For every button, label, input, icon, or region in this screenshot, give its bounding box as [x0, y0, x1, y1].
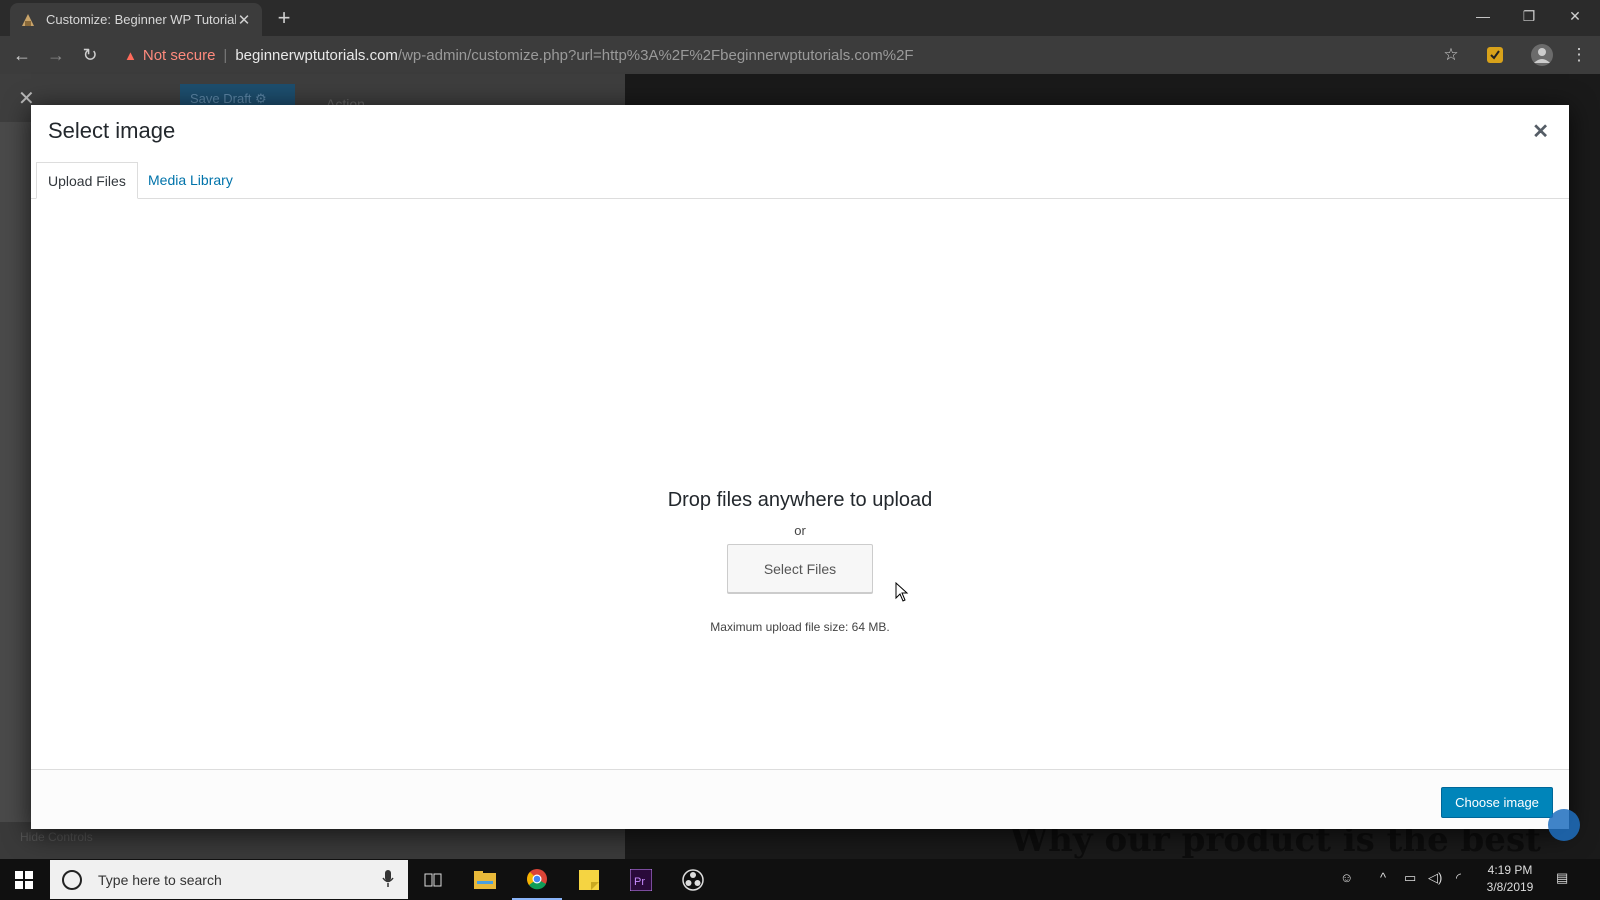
tray-expand-icon[interactable]: ^: [1380, 870, 1386, 885]
window-close-icon[interactable]: ✕: [1552, 0, 1598, 32]
hide-controls-label[interactable]: Hide Controls: [20, 830, 93, 844]
warning-icon: ▲: [124, 47, 137, 63]
tab-close-icon[interactable]: ✕: [236, 11, 252, 29]
task-view-icon[interactable]: [408, 859, 458, 900]
volume-icon[interactable]: ◁): [1428, 870, 1442, 886]
bookmark-star-icon[interactable]: ☆: [1440, 44, 1462, 66]
url-path: /wp-admin/customize.php?url=http%3A%2F%2…: [397, 46, 914, 64]
browser-tab[interactable]: Customize: Beginner WP Tutorial ✕: [10, 3, 262, 36]
browser-menu-icon[interactable]: ⋮: [1568, 44, 1590, 66]
sticky-notes-icon[interactable]: [564, 859, 614, 900]
modal-tabs: Upload Files Media Library: [31, 157, 1569, 199]
search-placeholder: Type here to search: [98, 871, 222, 888]
restore-icon[interactable]: ❐: [1506, 0, 1552, 32]
modal-close-icon[interactable]: ✕: [1532, 119, 1549, 144]
windows-start-icon[interactable]: [0, 859, 48, 900]
forward-icon[interactable]: →: [44, 43, 68, 67]
taskbar: Type here to search Pr ☺ ^ ▭ ◁) ◜ 4:19 P…: [0, 859, 1600, 900]
premiere-pro-icon[interactable]: Pr: [616, 859, 666, 900]
address-separator: |: [223, 46, 228, 64]
wordpress-favicon-icon: [20, 12, 36, 28]
clock-date: 3/8/2019: [1486, 880, 1534, 894]
mouse-cursor-icon: [895, 581, 909, 607]
modal-title: Select image: [48, 118, 176, 143]
new-tab-icon[interactable]: +: [272, 6, 296, 30]
obs-icon[interactable]: [668, 859, 718, 900]
taskbar-search[interactable]: Type here to search: [50, 860, 408, 899]
extension-icon[interactable]: [1484, 44, 1506, 66]
security-label: Not secure: [142, 46, 216, 64]
taskbar-clock[interactable]: 4:19 PM 3/8/2019: [1480, 862, 1540, 896]
people-icon[interactable]: ☺: [1340, 870, 1353, 885]
tab-media-library[interactable]: Media Library: [137, 162, 244, 199]
minimize-icon[interactable]: —: [1460, 0, 1506, 32]
browser-tabstrip: Customize: Beginner WP Tutorial ✕ + — ❐ …: [0, 0, 1600, 36]
upload-drop-area[interactable]: Drop files anywhere to upload or Select …: [31, 199, 1569, 769]
tab-title: Customize: Beginner WP Tutorial: [46, 12, 236, 27]
max-upload-size: Maximum upload file size: 64 MB.: [710, 620, 890, 634]
chrome-icon[interactable]: [512, 859, 562, 900]
or-text: or: [794, 523, 806, 538]
profile-avatar[interactable]: [1531, 44, 1553, 66]
url-host: beginnerwptutorials.com: [235, 46, 398, 64]
file-explorer-icon[interactable]: [460, 859, 510, 900]
save-draft-label: Save Draft: [190, 91, 252, 106]
wifi-icon[interactable]: ◜: [1456, 870, 1461, 886]
battery-icon[interactable]: ▭: [1404, 870, 1416, 886]
select-files-button[interactable]: Select Files: [727, 544, 873, 593]
modal-footer: Choose image: [31, 769, 1569, 829]
notifications-icon[interactable]: ▤: [1556, 870, 1568, 886]
cortana-icon: [62, 869, 82, 890]
cursor-highlight-icon: [1548, 809, 1580, 841]
back-icon[interactable]: ←: [10, 43, 34, 67]
microphone-icon[interactable]: [382, 870, 394, 891]
browser-toolbar: ← → ↻ ▲ Not secure | beginnerwptutorials…: [0, 36, 1600, 74]
address-bar[interactable]: ▲ Not secure | beginnerwptutorials.com/w…: [116, 40, 1466, 70]
tab-upload-files[interactable]: Upload Files: [36, 162, 138, 199]
clock-time: 4:19 PM: [1487, 863, 1533, 877]
reload-icon[interactable]: ↻: [78, 43, 102, 67]
drop-title: Drop files anywhere to upload: [667, 489, 933, 511]
choose-image-button[interactable]: Choose image: [1441, 787, 1553, 818]
svg-text:Pr: Pr: [634, 876, 645, 888]
select-image-modal: Select image ✕ Upload Files Media Librar…: [31, 105, 1569, 829]
